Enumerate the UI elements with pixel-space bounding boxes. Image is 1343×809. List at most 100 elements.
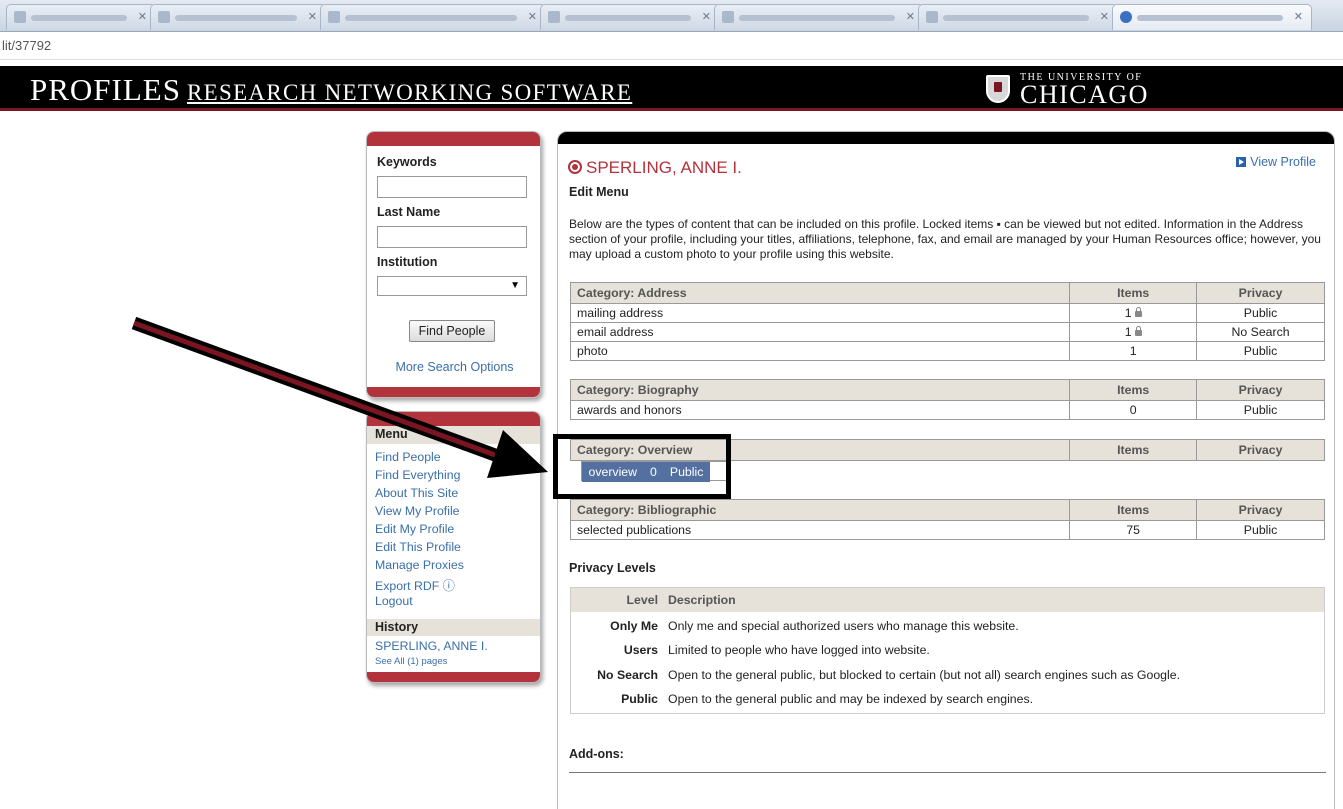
panel-cap-bottom xyxy=(367,672,540,682)
menu-find-people[interactable]: Find People xyxy=(375,450,441,464)
level-header: Level xyxy=(626,593,658,607)
panel-cap-bottom xyxy=(367,387,540,397)
browser-tab[interactable]: ✕ xyxy=(918,4,1118,30)
row-privacy[interactable]: Public xyxy=(1196,303,1325,323)
browser-tab[interactable]: ✕ xyxy=(150,4,326,30)
main-panel-topbar xyxy=(558,132,1334,144)
privacy-level: Public xyxy=(621,692,658,706)
keywords-input[interactable] xyxy=(377,176,527,198)
menu-title-bar: Menu xyxy=(367,426,540,444)
row-name[interactable]: selected publications xyxy=(569,520,1071,540)
panel-cap xyxy=(367,412,540,426)
institution-select[interactable]: ▼ xyxy=(377,276,527,296)
lock-icon xyxy=(1134,307,1142,317)
find-people-button[interactable]: Find People xyxy=(409,320,495,342)
privacy-description: Only me and special authorized users who… xyxy=(668,619,1019,633)
privacy-header: Privacy xyxy=(1196,379,1325,401)
privacy-levels-box: Level Description Only Me Only me and sp… xyxy=(570,587,1325,714)
browser-tab[interactable]: ✕ xyxy=(714,4,924,30)
row-name[interactable]: awards and honors xyxy=(569,400,1071,420)
items-header: Items xyxy=(1069,282,1198,304)
institution-label: Institution xyxy=(377,255,438,269)
row-items: 1 xyxy=(1069,322,1198,342)
table-row[interactable]: photo 1 Public xyxy=(569,341,1325,361)
profile-title: SPERLING, ANNE I. xyxy=(568,158,742,178)
brand-main: PROFILES xyxy=(30,72,181,107)
row-name[interactable]: email address xyxy=(569,322,1071,342)
privacy-description: Limited to people who have logged into w… xyxy=(668,643,930,657)
brand-sub: RESEARCH NETWORKING SOFTWARE xyxy=(186,80,633,105)
browser-tab[interactable]: ✕ xyxy=(540,4,720,30)
menu-panel: Menu Find People Find Everything About T… xyxy=(366,411,541,683)
menu-find-everything[interactable]: Find Everything xyxy=(375,468,460,482)
category-address-table: Category: Address Items Privacy mailing ad… xyxy=(569,282,1325,361)
row-items: 75 xyxy=(1069,520,1198,540)
history-title: History xyxy=(375,620,419,634)
browser-tab[interactable]: ✕ xyxy=(320,4,546,30)
search-panel: Keywords Last Name Institution ▼ Find Pe… xyxy=(366,131,541,398)
privacy-description: Open to the general public, but blocked … xyxy=(668,668,1181,682)
menu-view-my-profile[interactable]: View My Profile xyxy=(375,504,460,518)
highlight-box xyxy=(553,434,731,499)
row-privacy[interactable]: Public xyxy=(1196,400,1325,420)
table-row[interactable]: mailing address 1 Public xyxy=(569,303,1325,323)
table-row[interactable]: selected publications 75 Public xyxy=(569,520,1325,540)
menu-edit-this-profile[interactable]: Edit This Profile xyxy=(375,540,461,554)
university-big: CHICAGO xyxy=(1020,80,1149,109)
play-icon xyxy=(1236,157,1247,167)
view-profile-link[interactable]: View Profile xyxy=(1236,155,1316,169)
menu-edit-my-profile[interactable]: Edit My Profile xyxy=(375,522,454,536)
row-privacy[interactable]: Public xyxy=(1196,520,1325,540)
lastname-input[interactable] xyxy=(377,226,527,248)
category-title: Category: Address xyxy=(569,282,1071,304)
menu-export-rdf[interactable]: Export RDF ⓘ xyxy=(375,576,455,594)
row-name[interactable]: photo xyxy=(569,341,1071,361)
addons-divider xyxy=(569,772,1326,773)
row-items: 1 xyxy=(1069,303,1198,323)
profile-name: SPERLING, ANNE I. xyxy=(586,158,742,177)
intro-text: Below are the types of content that can … xyxy=(569,217,1321,261)
browser-tab-active[interactable]: ✕ xyxy=(1112,4,1312,30)
shield-icon xyxy=(986,75,1010,103)
profiles-logo[interactable]: PROFILES RESEARCH NETWORKING SOFTWARE xyxy=(30,72,632,108)
table-row[interactable]: email address 1 No Search xyxy=(569,322,1325,342)
keywords-label: Keywords xyxy=(377,155,437,169)
category-title: Category: Biography xyxy=(569,379,1071,401)
menu-logout[interactable]: Logout xyxy=(375,594,413,608)
privacy-level: Only Me xyxy=(610,619,658,633)
radio-icon xyxy=(568,160,582,174)
row-items: 1 xyxy=(1069,341,1198,361)
menu-manage-proxies[interactable]: Manage Proxies xyxy=(375,558,464,572)
history-item[interactable]: SPERLING, ANNE I. xyxy=(375,639,488,653)
more-search-options-link[interactable]: More Search Options xyxy=(367,360,540,374)
row-privacy[interactable]: No Search xyxy=(1196,322,1325,342)
row-items: 0 xyxy=(1069,400,1198,420)
view-profile-label: View Profile xyxy=(1250,155,1316,169)
row-privacy[interactable]: Public xyxy=(1196,341,1325,361)
see-all-pages-link[interactable]: See All (1) pages xyxy=(375,656,447,667)
history-title-bar: History xyxy=(367,619,540,636)
row-name[interactable]: mailing address xyxy=(569,303,1071,323)
category-biography-table: Category: Biography Items Privacy awards a… xyxy=(569,379,1325,420)
description-header: Description xyxy=(668,593,736,607)
address-bar[interactable]: lit/37792 xyxy=(0,32,1343,60)
browser-tab[interactable]: ✕ xyxy=(6,4,156,30)
privacy-level: Users xyxy=(623,643,658,657)
privacy-level: No Search xyxy=(597,668,658,682)
lastname-label: Last Name xyxy=(377,205,441,219)
category-title: Category: Bibliographic xyxy=(569,499,1071,521)
addons-heading: Add-ons: xyxy=(569,747,624,761)
dropdown-arrow-icon: ▼ xyxy=(510,280,520,291)
lock-icon xyxy=(1134,326,1142,336)
menu-about-this-site[interactable]: About This Site xyxy=(375,486,458,500)
privacy-description: Open to the general public and may be in… xyxy=(668,692,1034,706)
url-text: lit/37792 xyxy=(2,38,52,53)
site-header: PROFILES RESEARCH NETWORKING SOFTWARE THE… xyxy=(0,66,1343,111)
privacy-header: Privacy xyxy=(1196,439,1325,461)
table-row[interactable]: awards and honors 0 Public xyxy=(569,400,1325,420)
panel-cap xyxy=(367,132,540,146)
privacy-header: Privacy xyxy=(1196,499,1325,521)
browser-tab-strip: ✕ ✕ ✕ ✕ ✕ ✕ ✕ xyxy=(0,0,1343,32)
category-bibliographic-table: Category: Bibliographic Items Privacy sele… xyxy=(569,499,1325,540)
edit-menu-heading: Edit Menu xyxy=(569,185,629,199)
